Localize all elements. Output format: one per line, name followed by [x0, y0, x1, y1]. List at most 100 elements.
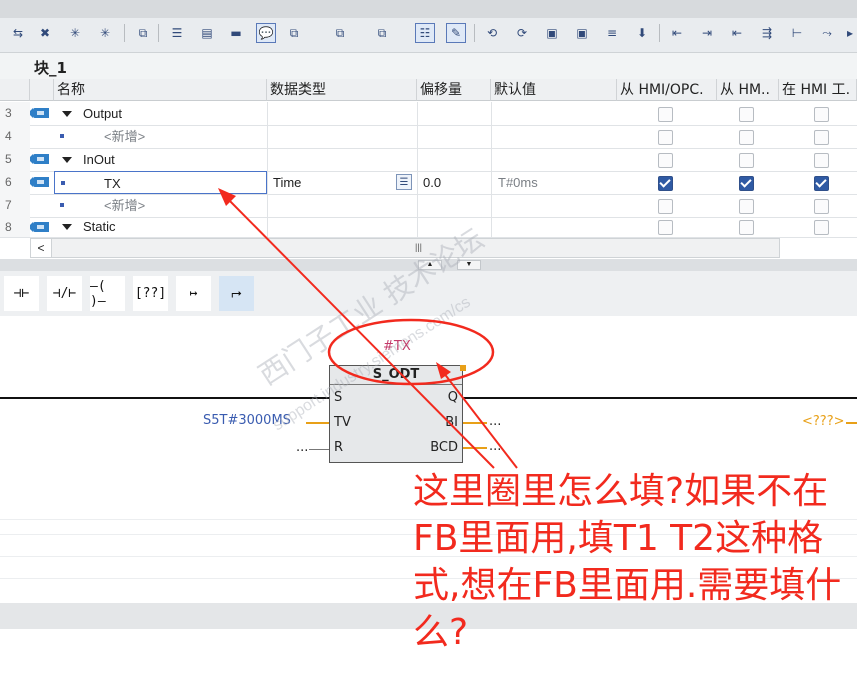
list-icon[interactable]: ☷ [415, 23, 435, 43]
header-icon [30, 79, 54, 101]
expand-triangle-icon[interactable] [62, 224, 72, 230]
call2-icon[interactable]: ⟳ [512, 23, 532, 43]
expand-triangle-icon[interactable] [62, 111, 72, 117]
row-default[interactable] [491, 102, 617, 125]
comment-icon[interactable]: 💬 [256, 23, 276, 43]
row-name: Static [83, 219, 116, 234]
add-network-icon[interactable]: ✳ [65, 23, 85, 43]
row-name-cell[interactable]: TX [54, 171, 267, 194]
row-type[interactable] [267, 194, 417, 217]
header-hmi3[interactable]: 在 HMI 工. [779, 79, 857, 101]
block-title: 块_1 [34, 59, 67, 77]
step-in-icon[interactable]: ⇥ [697, 23, 717, 43]
row-name-cell[interactable]: Static [54, 217, 267, 237]
expand-triangle-icon[interactable] [62, 157, 72, 163]
row-type[interactable] [267, 102, 417, 125]
hmi3-checkbox[interactable] [814, 107, 829, 122]
bi-operand[interactable]: ... [489, 414, 501, 429]
nc-contact-icon[interactable]: ⊣/⊢ [47, 276, 82, 311]
table-row[interactable]: 7 <新增> [0, 194, 857, 218]
header-default[interactable]: 默认值 [491, 79, 617, 101]
table-row[interactable]: 5 InOut [0, 148, 857, 172]
row-type[interactable] [267, 217, 417, 237]
hmi3-checkbox[interactable] [814, 153, 829, 168]
row-default[interactable]: T#0ms [491, 171, 617, 194]
row-offset: 0.0 [417, 171, 491, 194]
branch-icon[interactable]: ⊢ [787, 23, 807, 43]
scroll-left-button[interactable]: < [31, 239, 52, 257]
row-default[interactable] [491, 194, 617, 217]
row-name-cell[interactable]: InOut [54, 148, 267, 171]
block-insert-icon[interactable]: ⇆ [8, 23, 28, 43]
row-number: 7 [0, 194, 30, 217]
row-default[interactable] [491, 217, 617, 237]
hmi3-checkbox[interactable] [814, 220, 829, 235]
row-type[interactable]: Time [267, 171, 417, 194]
go-to-icon[interactable]: ⧉ [133, 23, 153, 43]
insert-tag-icon[interactable]: ⧉ [284, 23, 304, 43]
bi-wire [463, 422, 487, 424]
delete-icon[interactable]: ✖ [35, 23, 55, 43]
hmi2-checkbox[interactable] [739, 107, 754, 122]
expand-icon[interactable]: ▬ [226, 23, 246, 43]
row-name-cell[interactable]: <新增> [54, 194, 267, 217]
collapse-icon[interactable]: ▤ [197, 23, 217, 43]
hmi3-checkbox[interactable] [814, 176, 829, 191]
hmi-opc-checkbox[interactable] [658, 220, 673, 235]
row-default[interactable] [491, 148, 617, 171]
monitor-icon[interactable]: ▣ [542, 23, 562, 43]
branch2-icon[interactable]: ⤳ [817, 23, 837, 43]
horizontal-scrollbar[interactable]: < ||| [30, 238, 780, 258]
no-contact-icon[interactable]: ⊣⊢ [4, 276, 39, 311]
hmi-opc-checkbox[interactable] [658, 199, 673, 214]
align-left-icon[interactable]: ☰ [167, 23, 187, 43]
hmi2-checkbox[interactable] [739, 220, 754, 235]
insert-tag3-icon[interactable]: ⧉ [372, 23, 392, 43]
header-hmi2[interactable]: 从 HM.. [717, 79, 779, 101]
empty-box-icon[interactable]: [??] [133, 276, 168, 311]
table-row[interactable]: 8 Static [0, 217, 857, 238]
coil-icon[interactable]: –( )– [90, 276, 125, 311]
hmi3-checkbox[interactable] [814, 199, 829, 214]
indent-icon[interactable]: ≡ [602, 23, 622, 43]
header-data-type[interactable]: 数据类型 [267, 79, 417, 101]
hmi2-checkbox[interactable] [739, 130, 754, 145]
hmi2-checkbox[interactable] [739, 153, 754, 168]
r-operand[interactable]: ... [296, 440, 308, 455]
hmi2-checkbox[interactable] [739, 176, 754, 191]
row-name-cell[interactable]: <新增> [54, 125, 267, 148]
more-icon[interactable]: ▸ [840, 23, 857, 43]
close-branch-icon[interactable]: ⮣ [219, 276, 254, 311]
header-offset[interactable]: 偏移量 [417, 79, 491, 101]
bcd-operand[interactable]: ... [489, 439, 501, 454]
step-out-icon[interactable]: ⇤ [727, 23, 747, 43]
hmi2-checkbox[interactable] [739, 199, 754, 214]
row-type[interactable] [267, 125, 417, 148]
type-picker-icon[interactable]: ☰ [396, 174, 412, 190]
monitor2-icon[interactable]: ▣ [572, 23, 592, 43]
row-name-cell[interactable]: Output [54, 102, 267, 125]
row-number: 6 [0, 171, 30, 194]
add-network2-icon[interactable]: ✳ [95, 23, 115, 43]
hmi-opc-checkbox[interactable] [658, 107, 673, 122]
table-row[interactable]: 4 <新增> [0, 125, 857, 149]
hmi-opc-checkbox[interactable] [658, 176, 673, 191]
insert-tag2-icon[interactable]: ⧉ [330, 23, 350, 43]
header-hmi-opc[interactable]: 从 HMI/OPC. [617, 79, 717, 101]
header-name[interactable]: 名称 [54, 79, 267, 101]
open-branch-icon[interactable]: ↦ [176, 276, 211, 311]
jump-icon[interactable]: ⇶ [757, 23, 777, 43]
download-icon[interactable]: ⬇ [632, 23, 652, 43]
hmi3-checkbox[interactable] [814, 130, 829, 145]
row-name: <新增> [104, 129, 146, 144]
table-row[interactable]: 3 Output [0, 102, 857, 126]
output-operand[interactable]: <???> [802, 414, 845, 429]
row-type[interactable] [267, 148, 417, 171]
row-default[interactable] [491, 125, 617, 148]
hmi-opc-checkbox[interactable] [658, 153, 673, 168]
hmi-opc-checkbox[interactable] [658, 130, 673, 145]
wizard-icon[interactable]: ✎ [446, 23, 466, 43]
table-row[interactable]: 6 TX Time ☰ 0.0 T#0ms [0, 171, 857, 195]
call-icon[interactable]: ⟲ [482, 23, 502, 43]
fb-call-icon[interactable]: ⇤ [667, 23, 687, 43]
